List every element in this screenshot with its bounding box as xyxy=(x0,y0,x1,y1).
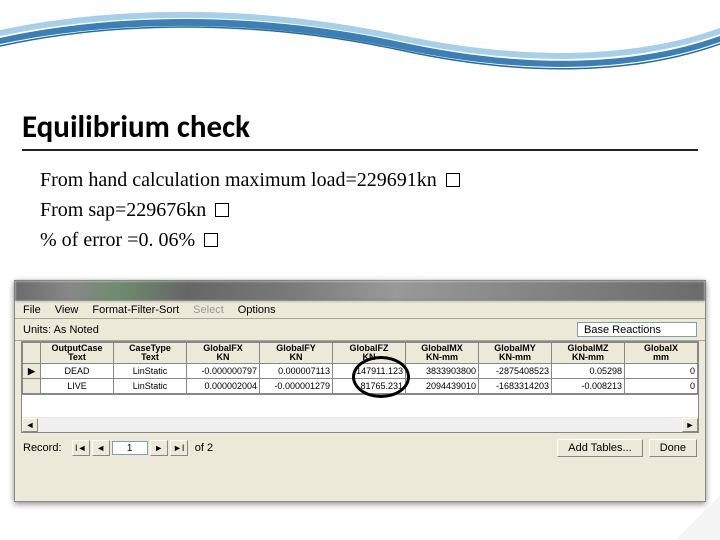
cell[interactable]: -0.008213 xyxy=(552,379,625,394)
col-globalfz[interactable]: GlobalFZKN xyxy=(333,343,406,364)
placeholder-box xyxy=(446,173,460,187)
cell[interactable]: -1683314203 xyxy=(479,379,552,394)
scroll-track[interactable] xyxy=(38,418,682,432)
footer-row: Record: I◄ ◄ 1 ► ►I of 2 Add Tables... D… xyxy=(15,433,705,461)
cell[interactable]: -2875408523 xyxy=(479,364,552,379)
menu-select: Select xyxy=(193,304,224,316)
body-line-2: From sap=229676kn xyxy=(40,199,206,221)
body-line-1: From hand calculation maximum load=22969… xyxy=(40,169,437,191)
col-globalfy[interactable]: GlobalFYKN xyxy=(260,343,333,364)
slide-title: Equilibrium check xyxy=(22,108,698,151)
menu-view[interactable]: View xyxy=(55,304,79,316)
page-curl-decoration xyxy=(676,496,720,540)
cell[interactable]: 2094439010 xyxy=(406,379,479,394)
menu-options[interactable]: Options xyxy=(238,304,276,316)
cell[interactable]: 0.05298 xyxy=(552,364,625,379)
placeholder-box xyxy=(215,203,229,217)
cell[interactable]: LIVE xyxy=(41,379,114,394)
results-grid: OutputCaseText CaseTypeText GlobalFXKN G… xyxy=(21,341,699,395)
grid-empty-area xyxy=(21,395,699,417)
background-blur-strip xyxy=(15,281,705,301)
title-field: Base Reactions xyxy=(577,322,697,337)
menu-file[interactable]: File xyxy=(23,304,41,316)
cell[interactable]: 81765.231 xyxy=(333,379,406,394)
placeholder-box xyxy=(204,233,218,247)
horizontal-scrollbar[interactable]: ◄ ► xyxy=(21,417,699,433)
row-selector-icon[interactable]: ▶ xyxy=(23,364,41,379)
menubar: File View Format-Filter-Sort Select Opti… xyxy=(15,301,705,319)
add-tables-button[interactable]: Add Tables... xyxy=(557,439,642,457)
col-outputcase[interactable]: OutputCaseText xyxy=(41,343,114,364)
col-globalmx[interactable]: GlobalMXKN-mm xyxy=(406,343,479,364)
row-selector-icon[interactable] xyxy=(23,379,41,394)
scroll-right-button[interactable]: ► xyxy=(682,418,698,432)
scroll-left-button[interactable]: ◄ xyxy=(22,418,38,432)
toolbar-row: Units: As Noted Base Reactions xyxy=(15,319,705,341)
cell[interactable]: DEAD xyxy=(41,364,114,379)
cell[interactable]: 147911.123 xyxy=(333,364,406,379)
nav-last-button[interactable]: ►I xyxy=(170,440,188,456)
nav-next-button[interactable]: ► xyxy=(150,440,168,456)
cell[interactable]: 3833903800 xyxy=(406,364,479,379)
row-header-blank xyxy=(23,343,41,364)
col-globalmz[interactable]: GlobalMZKN-mm xyxy=(552,343,625,364)
body-line-3: % of error =0. 06% xyxy=(40,229,195,251)
menu-format-filter-sort[interactable]: Format-Filter-Sort xyxy=(92,304,179,316)
cell[interactable]: 0.000002004 xyxy=(187,379,260,394)
cell[interactable]: 0 xyxy=(625,364,698,379)
cell[interactable]: 0 xyxy=(625,379,698,394)
app-window: File View Format-Filter-Sort Select Opti… xyxy=(14,280,706,502)
wave-decoration xyxy=(0,0,720,90)
table-row[interactable]: ▶ DEAD LinStatic -0.000000797 0.00000711… xyxy=(23,364,698,379)
cell[interactable]: LinStatic xyxy=(114,379,187,394)
col-globalx[interactable]: GlobalXmm xyxy=(625,343,698,364)
record-of-label: of 2 xyxy=(195,442,213,454)
table-row[interactable]: LIVE LinStatic 0.000002004 -0.000001279 … xyxy=(23,379,698,394)
record-label: Record: xyxy=(23,442,62,454)
slide-body: From hand calculation maximum load=22969… xyxy=(40,166,460,256)
cell[interactable]: 0.000007113 xyxy=(260,364,333,379)
col-globalfx[interactable]: GlobalFXKN xyxy=(187,343,260,364)
record-number-input[interactable]: 1 xyxy=(112,441,148,455)
nav-first-button[interactable]: I◄ xyxy=(72,440,90,456)
done-button[interactable]: Done xyxy=(649,439,697,457)
nav-prev-button[interactable]: ◄ xyxy=(92,440,110,456)
col-casetype[interactable]: CaseTypeText xyxy=(114,343,187,364)
cell[interactable]: -0.000001279 xyxy=(260,379,333,394)
units-label: Units: As Noted xyxy=(23,324,99,336)
cell[interactable]: -0.000000797 xyxy=(187,364,260,379)
col-globalmy[interactable]: GlobalMYKN-mm xyxy=(479,343,552,364)
cell[interactable]: LinStatic xyxy=(114,364,187,379)
